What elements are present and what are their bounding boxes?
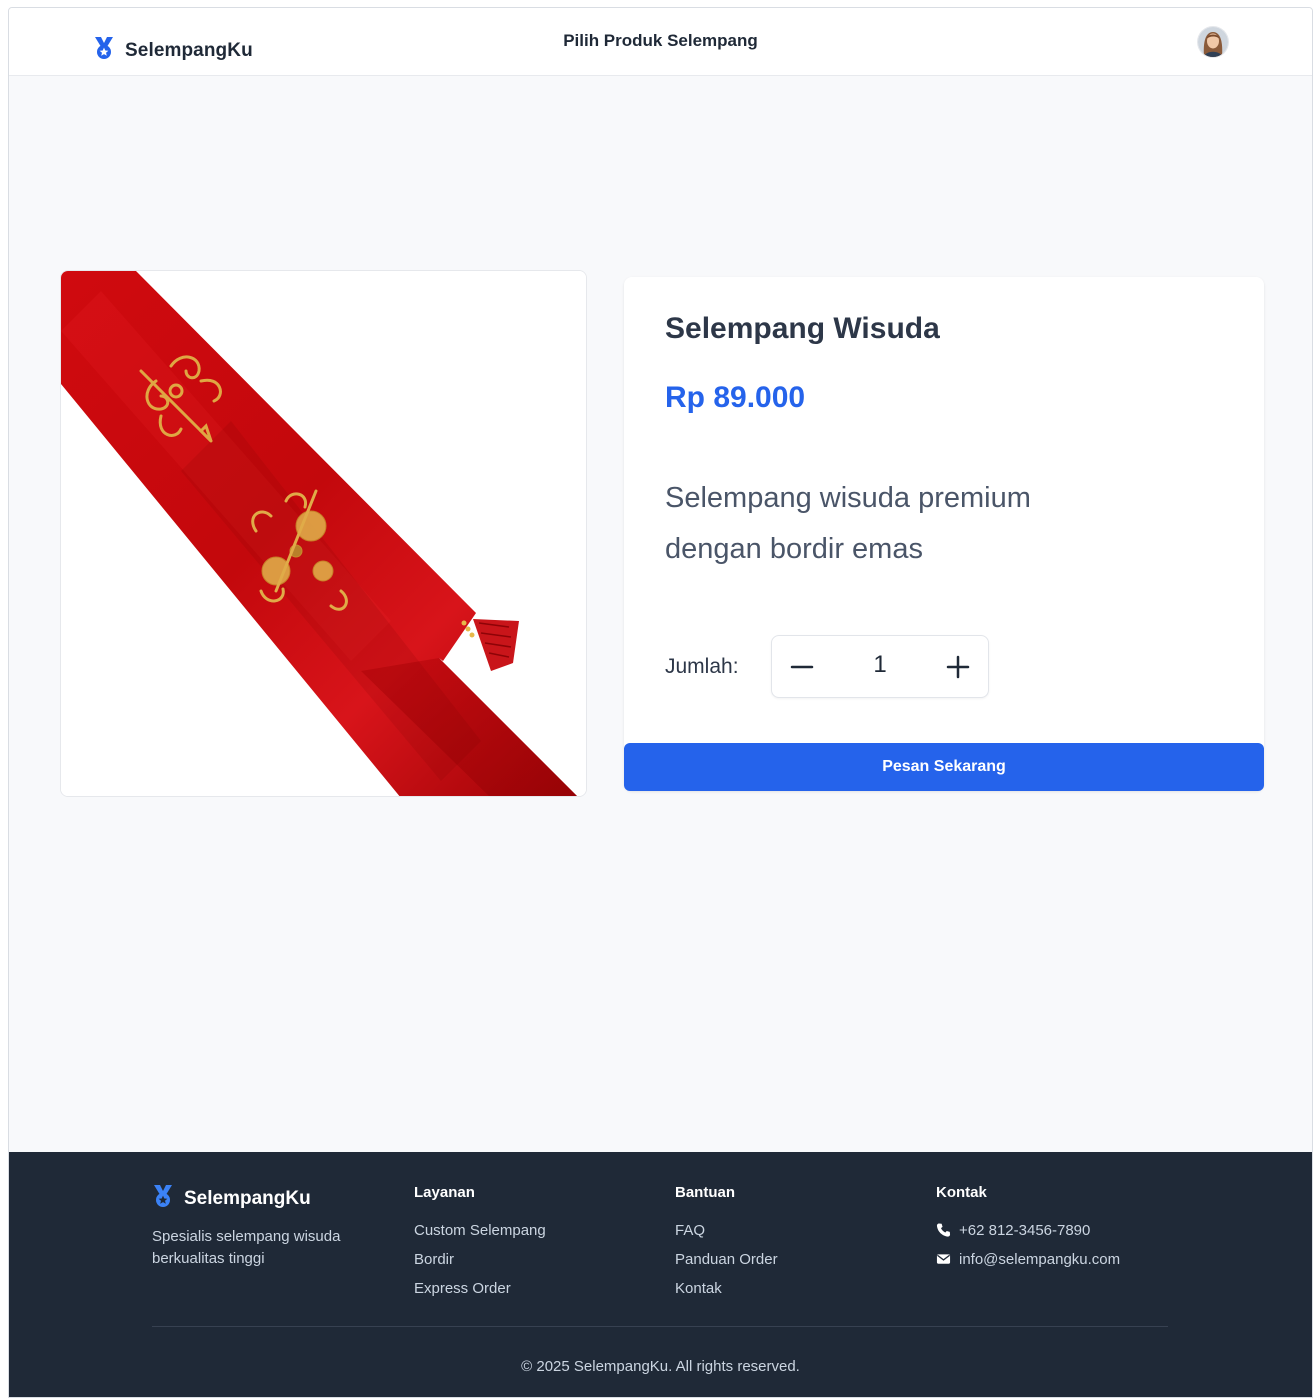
footer-column-title: Bantuan	[675, 1184, 735, 1201]
quantity-stepper: 1	[771, 635, 989, 698]
footer-email-text[interactable]: info@selempangku.com	[959, 1251, 1120, 1268]
footer: SelempangKu Spesialis selempang wisuda b…	[9, 1152, 1312, 1397]
red-sash-image	[61, 271, 586, 796]
footer-column-title: Kontak	[936, 1184, 987, 1201]
quantity-value[interactable]: 1	[832, 651, 928, 679]
order-now-button[interactable]: Pesan Sekarang	[624, 743, 1264, 791]
footer-copyright: © 2025 SelempangKu. All rights reserved.	[521, 1358, 800, 1375]
increase-quantity-button[interactable]	[938, 647, 978, 687]
footer-phone-text: +62 812-3456-7890	[959, 1222, 1091, 1239]
footer-link-panduan-order[interactable]: Panduan Order	[675, 1251, 778, 1280]
top-navbar: SelempangKu Pilih Produk Selempang	[9, 8, 1312, 76]
footer-divider	[152, 1326, 1168, 1327]
product-name: Selempang Wisuda	[665, 312, 940, 345]
footer-link-faq[interactable]: FAQ	[675, 1222, 778, 1251]
footer-brand-name: SelempangKu	[184, 1187, 311, 1209]
product-price: Rp 89.000	[665, 381, 806, 414]
medal-icon	[152, 1184, 174, 1213]
footer-tagline: Spesialis selempang wisuda berkualitas t…	[152, 1228, 341, 1267]
envelope-icon	[936, 1251, 951, 1271]
footer-column-title: Layanan	[414, 1184, 475, 1201]
footer-contact-email: info@selempangku.com	[936, 1251, 1120, 1280]
user-avatar[interactable]	[1198, 27, 1228, 57]
footer-link-bordir[interactable]: Bordir	[414, 1251, 546, 1280]
plus-icon	[946, 655, 970, 679]
minus-icon	[790, 665, 814, 669]
footer-column-kontak: Kontak +62 812-3456-7890 info@selempangk…	[936, 1184, 1120, 1280]
footer-link-custom-selempang[interactable]: Custom Selempang	[414, 1222, 546, 1251]
app-window: SelempangKu Pilih Produk Selempang Selem…	[8, 7, 1313, 1398]
footer-link-express-order[interactable]: Express Order	[414, 1280, 546, 1309]
product-info-card: Selempang Wisuda Rp 89.000 Selempang wis…	[624, 277, 1264, 791]
footer-link-kontak[interactable]: Kontak	[675, 1280, 778, 1309]
page-title: Pilih Produk Selempang	[563, 31, 758, 50]
product-image	[60, 270, 587, 797]
footer-column-bantuan: Bantuan FAQ Panduan Order Kontak	[675, 1184, 778, 1309]
footer-column-layanan: Layanan Custom Selempang Bordir Express …	[414, 1184, 546, 1309]
footer-contact-phone: +62 812-3456-7890	[936, 1222, 1120, 1251]
decrease-quantity-button[interactable]	[782, 647, 822, 687]
phone-icon	[936, 1222, 951, 1242]
product-description: Selempang wisuda premium dengan bordir e…	[665, 482, 1031, 565]
footer-brand[interactable]: SelempangKu	[152, 1184, 311, 1213]
quantity-label: Jumlah:	[665, 655, 739, 678]
